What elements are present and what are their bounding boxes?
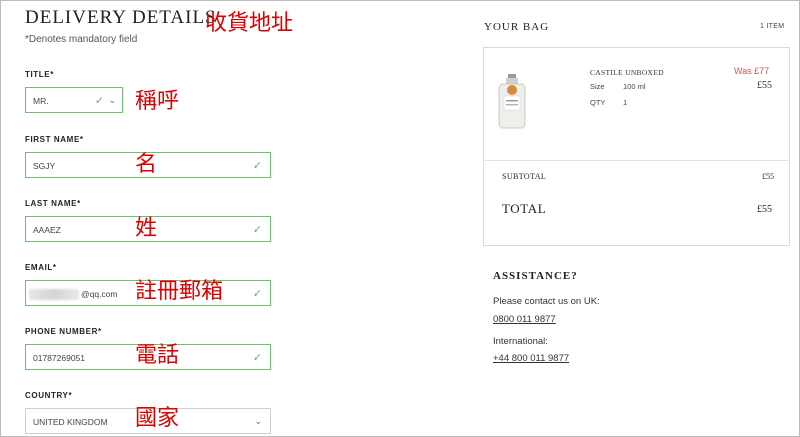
bag-divider <box>483 160 790 161</box>
check-icon: ✓ <box>252 224 262 236</box>
was-price: Was £77 <box>734 66 770 76</box>
size-label: Size <box>590 82 605 91</box>
last-name-value: AAAEZ <box>33 225 61 235</box>
annotation-first-name: 名 <box>135 152 158 177</box>
annotation-last-name: 姓 <box>135 216 158 241</box>
check-icon: ✓ <box>252 288 262 300</box>
bag-item-count: 1 ITEM <box>760 23 785 30</box>
product-image <box>498 74 526 129</box>
annotation-email: 註冊郵箱 <box>135 279 224 304</box>
annotation-delivery-address: 收貨地址 <box>205 11 294 36</box>
uk-contact-text: Please contact us on UK: <box>493 296 600 307</box>
chevron-down-icon: ⌄ <box>108 95 116 105</box>
check-icon: ✓ <box>252 352 262 364</box>
title-label: TITLE* <box>25 70 54 79</box>
last-name-label: LAST NAME* <box>25 199 81 208</box>
assistance-title: ASSISTANCE? <box>493 270 578 282</box>
phone-value: 01787269051 <box>33 353 86 363</box>
size-value: 100 ml <box>623 82 646 91</box>
total-value: £55 <box>757 204 772 215</box>
total-label: TOTAL <box>502 201 547 216</box>
item-price: £55 <box>757 80 772 91</box>
international-phone-link[interactable]: +44 800 011 9877 <box>493 353 569 364</box>
subtotal-value: £55 <box>762 172 774 181</box>
title-value: MR. <box>33 96 49 106</box>
qty-label: QTY <box>590 98 606 107</box>
international-text: International: <box>493 336 548 347</box>
uk-phone-link[interactable]: 0800 011 9877 <box>493 314 556 325</box>
subtotal-label: SUBTOTAL <box>502 172 547 181</box>
product-name: CASTILE UNBOXED <box>590 68 664 77</box>
qty-value: 1 <box>623 98 628 107</box>
check-icon: ✓ <box>252 160 262 172</box>
first-name-value: SGJY <box>33 161 56 171</box>
country-label: COUNTRY* <box>25 391 73 400</box>
check-icon: ✓ <box>94 95 104 107</box>
annotation-country: 國家 <box>135 406 180 431</box>
annotation-title: 稱呼 <box>135 89 180 114</box>
page-title: DELIVERY DETAILS <box>25 7 217 28</box>
phone-label: PHONE NUMBER* <box>25 327 102 336</box>
first-name-label: FIRST NAME* <box>25 135 84 144</box>
email-label: EMAIL* <box>25 263 57 272</box>
redacted-email-blur <box>29 289 79 300</box>
title-select[interactable]: MR. ✓ ⌄ <box>25 87 123 113</box>
country-value: UNITED KINGDOM <box>33 417 108 427</box>
bag-title: YOUR BAG <box>484 21 550 33</box>
chevron-down-icon: ⌄ <box>254 416 262 426</box>
annotation-phone: 電話 <box>135 343 180 368</box>
email-value: @qq.com <box>81 289 118 299</box>
mandatory-note: *Denotes mandatory field <box>25 34 138 45</box>
